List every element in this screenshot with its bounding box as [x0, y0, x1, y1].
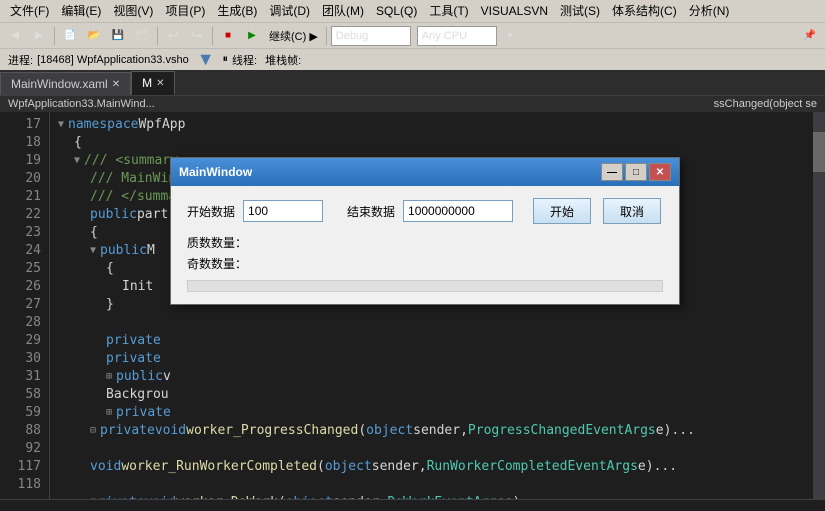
code-editor: 17 18 19 20 21 22 23 24 25 26 27 28 29 3… [0, 112, 825, 499]
modal-close-btn[interactable]: ✕ [649, 163, 671, 181]
continue-label: 继续(C) ▶ [265, 28, 322, 44]
menu-debug[interactable]: 调试(D) [263, 0, 316, 22]
modal-window: MainWindow — □ ✕ 开始数据 结束数据 开始 取消 [170, 157, 680, 305]
modal-maximize-btn[interactable]: □ [625, 163, 647, 181]
cancel-button[interactable]: 取消 [603, 198, 661, 224]
stop-btn[interactable]: ■ [217, 25, 239, 47]
tab-label-xaml: MainWindow.xaml [11, 77, 108, 91]
menu-test[interactable]: 测试(S) [554, 0, 606, 22]
breadcrumb-right: ssChanged(object se [714, 98, 817, 110]
modal-input-row: 开始数据 结束数据 开始 取消 [187, 198, 663, 224]
modal-titlebar: MainWindow — □ ✕ [171, 158, 679, 186]
save-btn[interactable]: 💾 [107, 25, 129, 47]
new-file-btn[interactable]: 📄 [59, 25, 81, 47]
menu-project[interactable]: 项目(P) [159, 0, 211, 22]
modal-title: MainWindow [179, 165, 599, 179]
tab-bar: MainWindow.xaml ✕ M ✕ [0, 70, 825, 96]
progress-bar-container [187, 280, 663, 292]
prime-stat-row: 质数数量： [187, 234, 663, 251]
tab-mainwindow-xaml[interactable]: MainWindow.xaml ✕ [0, 72, 131, 95]
menu-view[interactable]: 视图(V) [107, 0, 159, 22]
undo-btn[interactable]: ↩ [162, 25, 184, 47]
editor-area: MainWindow.xaml ✕ M ✕ WpfApplication33.M… [0, 70, 825, 511]
start-input[interactable] [243, 200, 323, 222]
config-arrow[interactable]: ▼ [499, 25, 521, 47]
process-label: 进程: [8, 52, 33, 68]
menu-analyze[interactable]: 分析(N) [683, 0, 736, 22]
menu-sql[interactable]: SQL(Q) [370, 0, 423, 22]
tab-mainwindow-cs[interactable]: M ✕ [131, 71, 175, 95]
odd-label: 奇数数量： [187, 255, 267, 272]
debug-status-bar: 进程: [18468] WpfApplication33.vsho ▼ ⏸ 线程… [0, 48, 825, 70]
tab-close-xaml[interactable]: ✕ [112, 79, 120, 90]
back-btn[interactable]: ◀ [4, 25, 26, 47]
menu-team[interactable]: 团队(M) [316, 0, 370, 22]
modal-body: 开始数据 结束数据 开始 取消 质数数量： 奇数数量： [171, 186, 679, 304]
odd-stat-row: 奇数数量： [187, 255, 663, 272]
prime-label: 质数数量： [187, 234, 267, 251]
start-button[interactable]: 开始 [533, 198, 591, 224]
menu-file[interactable]: 文件(F) [4, 0, 55, 22]
sep1 [54, 27, 55, 45]
toolbar-row1: ◀ ▶ 📄 📂 💾 🗂 ↩ ↪ ■ ▶ 继续(C) ▶ Debug Any CP… [0, 22, 825, 48]
modal-overlay: MainWindow — □ ✕ 开始数据 结束数据 开始 取消 [0, 112, 825, 499]
pin-btn[interactable]: 📌 [799, 25, 821, 47]
cpu-config-dropdown[interactable]: Any CPU [417, 26, 497, 46]
continue-btn[interactable]: ▶ [241, 25, 263, 47]
save-all-btn[interactable]: 🗂 [131, 25, 153, 47]
tab-close-cs[interactable]: ✕ [156, 78, 164, 89]
menu-tools[interactable]: 工具(T) [423, 0, 474, 22]
breadcrumb-left: WpfApplication33.MainWind... [8, 98, 155, 110]
breadcrumb-bar: WpfApplication33.MainWind... ssChanged(o… [0, 96, 825, 112]
sep4 [326, 27, 327, 45]
modal-minimize-btn[interactable]: — [601, 163, 623, 181]
menu-edit[interactable]: 编辑(E) [55, 0, 107, 22]
sep3 [212, 27, 213, 45]
stack-label: 堆栈帧: [265, 52, 301, 68]
debug-config-dropdown[interactable]: Debug [331, 26, 411, 46]
end-input[interactable] [403, 200, 513, 222]
sep2 [157, 27, 158, 45]
suspend-btn[interactable]: ⏸ [223, 53, 229, 66]
forward-btn[interactable]: ▶ [28, 25, 50, 47]
menu-visualsvn[interactable]: VISUALSVN [475, 0, 554, 22]
menu-build[interactable]: 生成(B) [211, 0, 263, 22]
process-value: [18468] WpfApplication33.vsho [37, 54, 189, 66]
thread-label: 线程: [232, 52, 257, 68]
redo-btn[interactable]: ↪ [186, 25, 208, 47]
open-btn[interactable]: 📂 [83, 25, 105, 47]
menu-arch[interactable]: 体系结构(C) [606, 0, 683, 22]
menu-bar: 文件(F) 编辑(E) 视图(V) 项目(P) 生成(B) 调试(D) 团队(M… [0, 0, 825, 22]
end-label: 结束数据 [347, 203, 395, 220]
filter-icon[interactable]: ▼ [197, 49, 215, 70]
horizontal-scroll-area [0, 499, 825, 511]
start-label: 开始数据 [187, 203, 235, 220]
app-window: 文件(F) 编辑(E) 视图(V) 项目(P) 生成(B) 调试(D) 团队(M… [0, 0, 825, 511]
tab-label-cs: M [142, 76, 152, 90]
